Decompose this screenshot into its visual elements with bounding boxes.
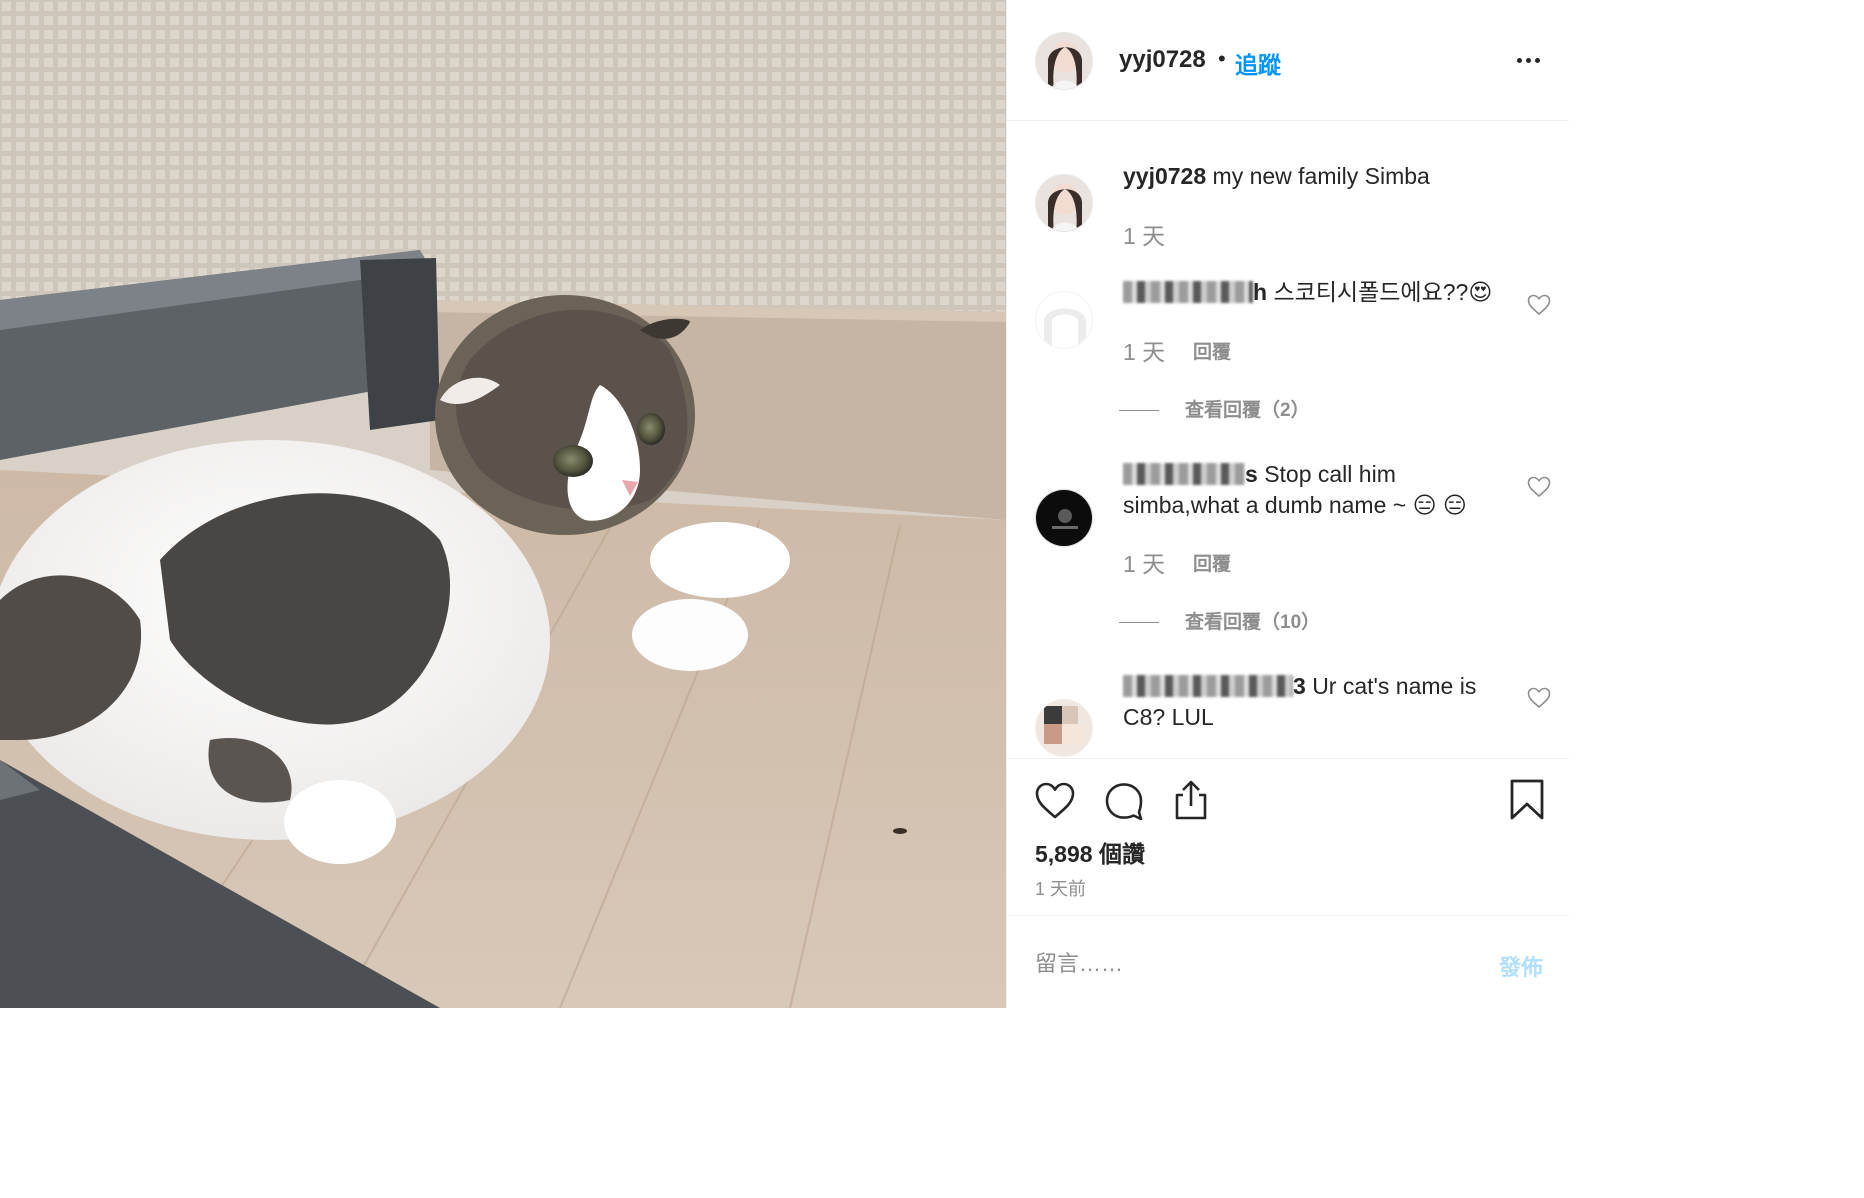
blurred-username — [1123, 463, 1245, 485]
comment-list[interactable]: yyj0728 my new family Simba 1 天 h 스코티시폴드… — [1007, 121, 1569, 758]
commenter-avatar-image — [1036, 292, 1092, 348]
follow-button[interactable]: 追蹤 — [1235, 46, 1281, 80]
comment-reply-button[interactable]: 回覆 — [1193, 337, 1231, 364]
commenter-avatar[interactable] — [1035, 291, 1093, 349]
comment-reply-button[interactable]: 回覆 — [1193, 549, 1231, 576]
more-dot — [1517, 58, 1522, 63]
comment-time[interactable]: 1 天 — [1123, 545, 1165, 579]
comment-body-line2: C8? LUL — [1123, 704, 1214, 730]
more-dot — [1526, 58, 1531, 63]
comment-body: 스코티시폴드에요??😍 — [1273, 279, 1493, 305]
blurred-username — [1123, 675, 1293, 697]
author-avatar-image — [1036, 33, 1092, 89]
separator-dot: • — [1218, 46, 1226, 71]
comment-like-heart-icon[interactable] — [1527, 476, 1551, 498]
bookmark-icon[interactable] — [1505, 778, 1549, 822]
blurred-username — [1123, 281, 1253, 303]
comment-time[interactable]: 1 天 — [1123, 333, 1165, 367]
caption-username[interactable]: yyj0728 — [1123, 163, 1206, 189]
caption-time[interactable]: 1 天 — [1123, 217, 1165, 251]
username-fragment: 3 — [1293, 673, 1306, 699]
bookmark-icon-svg — [1510, 779, 1544, 820]
comment-text: 3 Ur cat's name is C8? LUL — [1123, 671, 1509, 733]
share-upload-icon-svg — [1175, 780, 1207, 820]
caption-body: my new family Simba — [1212, 163, 1430, 189]
view-replies-label: 查看回覆（10） — [1185, 612, 1321, 633]
author-username[interactable]: yyj0728 — [1119, 46, 1206, 74]
comment-composer: 發佈 — [1007, 916, 1569, 1008]
view-replies-line — [1119, 622, 1159, 624]
comment-text: s Stop call him simba,what a dumb name ~… — [1123, 459, 1509, 521]
caption-text: yyj0728 my new family Simba — [1123, 161, 1509, 192]
post-photo[interactable] — [0, 0, 1006, 1008]
post-actions: 5,898 個讚 1 天前 — [1007, 758, 1569, 916]
comment-bubble-icon[interactable] — [1102, 779, 1146, 823]
commenter-avatar-image — [1036, 490, 1092, 546]
comment-username[interactable]: s — [1123, 461, 1258, 487]
post-timestamp[interactable]: 1 天前 — [1035, 875, 1086, 901]
comment-text: h 스코티시폴드에요??😍 — [1123, 277, 1509, 308]
like-heart-icon-svg — [1035, 782, 1075, 819]
author-avatar[interactable] — [1035, 32, 1093, 90]
username-fragment: s — [1245, 461, 1258, 487]
view-replies-button[interactable]: 查看回覆（10） — [1119, 607, 1320, 634]
likes-count[interactable]: 5,898 個讚 — [1035, 835, 1145, 869]
more-options-icon[interactable] — [1517, 50, 1547, 70]
comment-body-line2: simba,what a dumb name ~ 😑 😑 — [1123, 492, 1467, 518]
commenter-avatar[interactable] — [1035, 489, 1093, 547]
view-replies-button[interactable]: 查看回覆（2） — [1119, 395, 1310, 422]
comment-input[interactable] — [1035, 946, 1475, 982]
username-fragment: h — [1253, 279, 1268, 305]
post-side-panel: yyj0728 • 追蹤 yyj0728 my new family Simba — [1006, 0, 1569, 1008]
like-heart-icon[interactable] — [1033, 779, 1077, 823]
view-replies-label: 查看回覆（2） — [1185, 400, 1310, 421]
caption-author-avatar[interactable] — [1035, 174, 1093, 232]
comment-username[interactable]: 3 — [1123, 673, 1306, 699]
share-upload-icon[interactable] — [1169, 778, 1213, 822]
comment-body-line1: Ur cat's name is — [1312, 673, 1477, 699]
comment-bubble-icon-svg — [1105, 783, 1143, 821]
commenter-avatar-image — [1036, 700, 1092, 756]
comment-like-heart-icon[interactable] — [1527, 687, 1551, 709]
kitten-photo-illustration — [0, 0, 1006, 1008]
commenter-avatar[interactable] — [1035, 699, 1093, 757]
view-replies-line — [1119, 410, 1159, 412]
post-comment-button[interactable]: 發佈 — [1499, 950, 1543, 982]
comment-body-line1: Stop call him — [1264, 461, 1396, 487]
caption-avatar-image — [1036, 175, 1092, 231]
more-dot — [1535, 58, 1540, 63]
comment-username[interactable]: h — [1123, 279, 1267, 305]
post-header: yyj0728 • 追蹤 — [1007, 0, 1569, 121]
comment-like-heart-icon[interactable] — [1527, 294, 1551, 316]
